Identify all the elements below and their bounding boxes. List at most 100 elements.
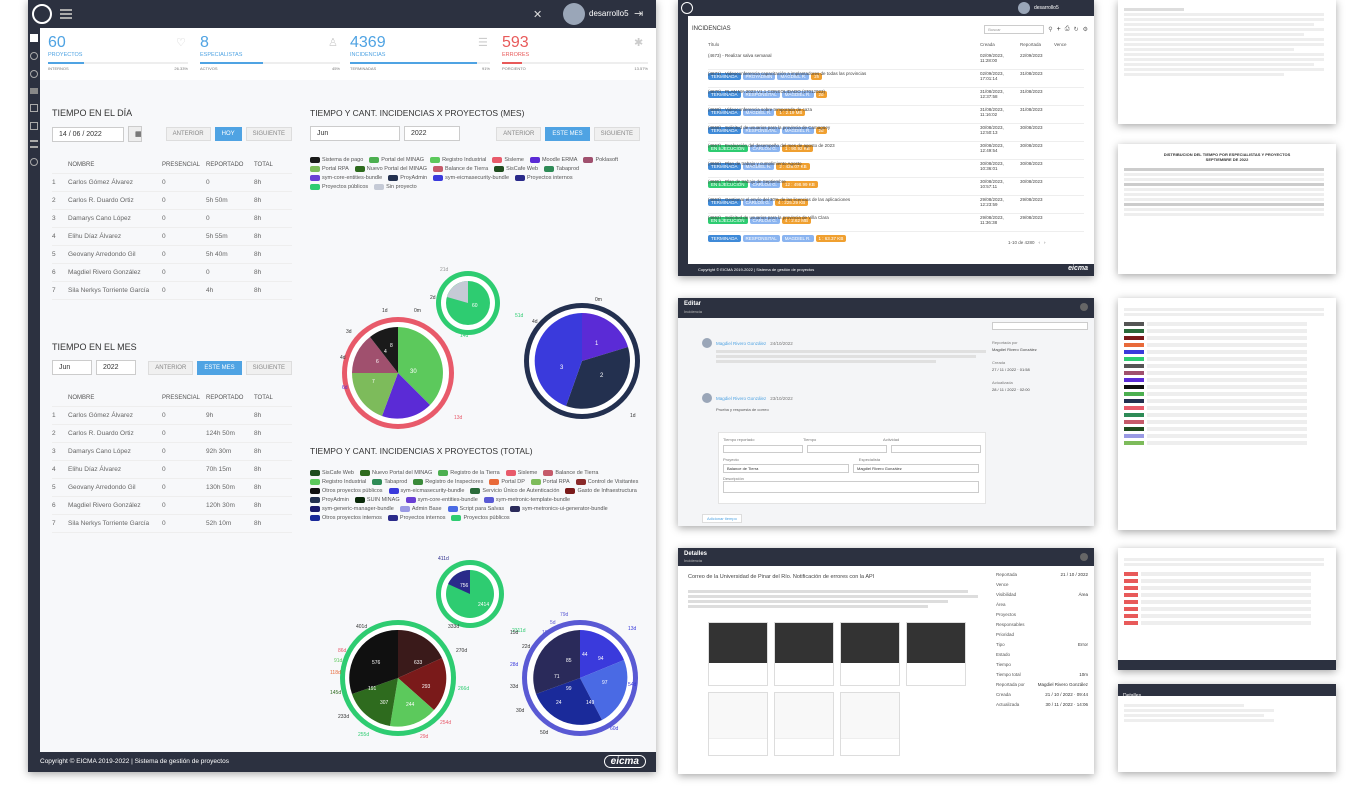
list-item[interactable]: (4665) - Plan de trabajo de Septiembre 30… bbox=[708, 178, 1084, 206]
incident-title[interactable]: (4669) - Videoconferencia sobre temporad… bbox=[708, 107, 980, 117]
year-select[interactable]: 2022 bbox=[96, 360, 136, 375]
list-item[interactable]: (4673) - Realizar salva semanal 02/09/202… bbox=[708, 52, 1084, 80]
legend-item[interactable]: SUIN MINAG bbox=[354, 497, 400, 503]
list-item[interactable]: (4663) - Gestionar el envío del 30% de l… bbox=[708, 196, 1084, 224]
legend-item[interactable]: Proyectos internos bbox=[387, 515, 445, 521]
list-item[interactable]: (4667) - Evaluación del desempeño del me… bbox=[708, 142, 1084, 170]
list-icon[interactable] bbox=[30, 140, 38, 148]
incident-title[interactable]: (4673) - Realizar salva semanal bbox=[708, 53, 980, 63]
legend-item[interactable]: Proyectos públicos bbox=[310, 184, 368, 190]
menu-icon[interactable] bbox=[60, 9, 72, 19]
home-icon[interactable] bbox=[30, 34, 38, 42]
user-name[interactable]: desarrollo5 bbox=[589, 9, 629, 18]
legend-item[interactable]: Tabaprod bbox=[372, 479, 407, 485]
avatar[interactable] bbox=[563, 3, 585, 25]
legend-item[interactable]: Portal RPA bbox=[310, 166, 349, 172]
legend-item[interactable]: Moodle ERMA bbox=[529, 157, 577, 163]
legend-item[interactable]: sym-generic-manager-bundle bbox=[310, 506, 394, 512]
legend-item[interactable]: Nuevo Portal del MINAG bbox=[360, 470, 432, 476]
year-select[interactable]: 2022 bbox=[404, 126, 460, 141]
estimate-field[interactable] bbox=[992, 322, 1088, 330]
calendar-icon[interactable]: ▦ bbox=[128, 126, 142, 142]
incident-title[interactable]: (4662) - Solicitud de usuarios para la p… bbox=[708, 215, 980, 225]
legend-item[interactable]: Registro de Inspectores bbox=[413, 479, 483, 485]
legend-item[interactable]: sym-core-entities-bundle bbox=[405, 497, 478, 503]
month-select[interactable]: Jun bbox=[310, 126, 400, 141]
list-item[interactable]: (4671) - Videoconferencia capacitación a… bbox=[708, 70, 1084, 98]
this-month-button[interactable]: ESTE MES bbox=[545, 126, 590, 141]
users-icon[interactable] bbox=[30, 88, 38, 94]
attachment-thumb[interactable] bbox=[708, 692, 768, 756]
legend-item[interactable]: sym-core-entities-bundle bbox=[310, 175, 382, 181]
legend-item[interactable]: Portal del MINAG bbox=[369, 157, 424, 163]
legend-item[interactable]: Balance de Tierra bbox=[433, 166, 488, 172]
close-icon[interactable] bbox=[1080, 553, 1088, 561]
specialist-select[interactable]: Magdiel Rivero González bbox=[853, 464, 979, 473]
tag-icon[interactable] bbox=[30, 104, 38, 112]
next-page-icon[interactable]: › bbox=[1044, 240, 1046, 245]
legend-item[interactable]: Tabaprod bbox=[544, 166, 579, 172]
user-name[interactable]: desarrollo5 bbox=[1034, 5, 1059, 11]
clock-icon[interactable] bbox=[30, 70, 38, 78]
list-item[interactable]: (4668) - Solicitud de usuarios para la p… bbox=[708, 124, 1084, 152]
legend-item[interactable]: Sisleme bbox=[505, 470, 537, 476]
legend-item[interactable]: Servicio Único de Autenticación bbox=[470, 488, 559, 494]
legend-item[interactable]: Proyectos públicos bbox=[451, 515, 510, 521]
nav-icon[interactable] bbox=[30, 52, 38, 60]
prev-day-button[interactable]: ANTERIOR bbox=[165, 127, 211, 141]
legend-item[interactable]: Registro Industrial bbox=[430, 157, 486, 163]
incident-title[interactable]: (4665) - Plan de trabajo de Septiembre bbox=[708, 179, 980, 189]
date-input[interactable]: 14 / 06 / 2022 bbox=[52, 126, 124, 142]
settings-icon[interactable]: ⚙ bbox=[1083, 26, 1088, 33]
close-icon[interactable] bbox=[1080, 303, 1088, 311]
legend-item[interactable]: Otros proyectos públicos bbox=[310, 488, 383, 494]
legend-item[interactable]: Balance de Tierra bbox=[543, 470, 598, 476]
legend-item[interactable]: Sistema de pago bbox=[310, 157, 363, 163]
legend-item[interactable]: ProyAdmin bbox=[310, 497, 349, 503]
activity-select[interactable] bbox=[891, 445, 981, 453]
legend-item[interactable]: sym-eicmasecurity-bundle bbox=[388, 488, 464, 494]
legend-item[interactable]: Registro Industrial bbox=[310, 479, 366, 485]
incident-title[interactable]: (4670) - PLAN MA 2023 V1.1 CONSOLIDADO (… bbox=[708, 89, 980, 99]
attachment-thumb[interactable] bbox=[708, 622, 768, 686]
app-logo[interactable] bbox=[32, 4, 52, 24]
time-input[interactable] bbox=[723, 445, 803, 453]
legend-item[interactable]: sym-metronics-ui-generator-bundle bbox=[510, 506, 608, 512]
incident-title[interactable]: (4671) - Videoconferencia capacitación a… bbox=[708, 71, 980, 81]
legend-item[interactable]: Admin Base bbox=[399, 506, 442, 512]
app-logo[interactable] bbox=[681, 2, 693, 14]
time-select[interactable] bbox=[807, 445, 887, 453]
list-item[interactable]: (4669) - Videoconferencia sobre temporad… bbox=[708, 106, 1084, 134]
attachment-thumb[interactable] bbox=[774, 622, 834, 686]
add-icon[interactable]: + bbox=[1057, 26, 1061, 33]
refresh-icon[interactable]: ↻ bbox=[1074, 26, 1079, 33]
list-item[interactable]: (4666) - Plan de trabajo y cumplimiento … bbox=[708, 160, 1084, 188]
legend-item[interactable]: Sin proyecto bbox=[374, 184, 417, 190]
avatar[interactable] bbox=[1018, 2, 1030, 14]
prev-page-icon[interactable]: ‹ bbox=[1039, 240, 1041, 245]
next-month-button[interactable]: SIGUIENTE bbox=[593, 126, 640, 141]
settings-icon[interactable] bbox=[30, 158, 38, 166]
legend-item[interactable]: sym-eicmasecurity-bundle bbox=[433, 175, 509, 181]
next-day-button[interactable]: SIGUIENTE bbox=[245, 127, 292, 141]
legend-item[interactable]: SisCafe Web bbox=[310, 470, 354, 476]
next-month-button[interactable]: SIGUIENTE bbox=[245, 360, 292, 375]
attachment-thumb[interactable] bbox=[840, 692, 900, 756]
notifications-off-icon[interactable]: ✕ bbox=[533, 8, 542, 21]
filter-icon[interactable]: ⚲ bbox=[1048, 26, 1052, 33]
incident-title[interactable]: (4666) - Plan de trabajo y cumplimiento … bbox=[708, 161, 980, 171]
add-time-button[interactable]: Adicionar tiempo bbox=[702, 514, 742, 523]
description-textarea[interactable] bbox=[723, 481, 979, 493]
search-input[interactable]: Buscar bbox=[984, 24, 1045, 34]
logout-icon[interactable]: ⇥ bbox=[634, 7, 643, 20]
incident-title[interactable]: (4668) - Solicitud de usuarios para la p… bbox=[708, 125, 980, 135]
legend-item[interactable]: ProyAdmin bbox=[388, 175, 427, 181]
print-icon[interactable]: ⎙ bbox=[1065, 26, 1070, 33]
list-item[interactable]: (4662) - Solicitud de usuarios para la p… bbox=[708, 214, 1084, 242]
legend-item[interactable]: sym-metronic-template-bundle bbox=[483, 497, 570, 503]
legend-item[interactable]: Nuevo Portal del MINAG bbox=[354, 166, 427, 172]
legend-item[interactable]: Gasto de Infraestructura bbox=[565, 488, 637, 494]
incident-title[interactable]: (4667) - Evaluación del desempeño del me… bbox=[708, 143, 980, 153]
attachment-thumb[interactable] bbox=[774, 692, 834, 756]
project-select[interactable]: Balance de Tierra bbox=[723, 464, 849, 473]
